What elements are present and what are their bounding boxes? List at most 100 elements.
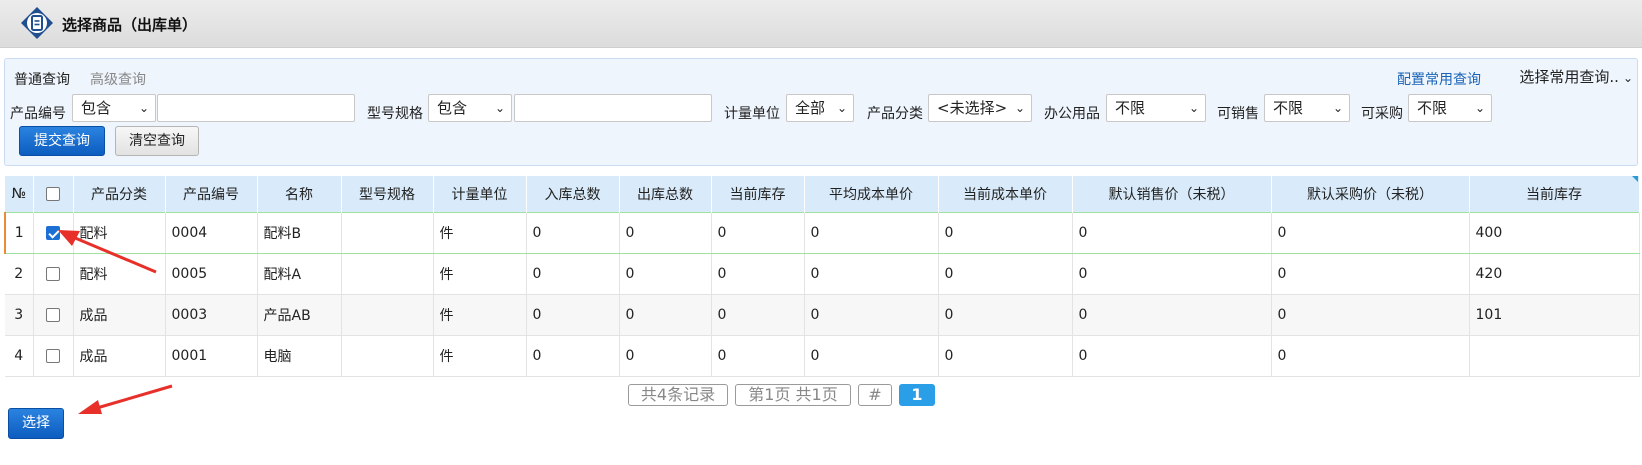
table-cell: 0 bbox=[526, 253, 620, 295]
table-cell: 0 bbox=[804, 253, 939, 295]
sellable-value: 不限 bbox=[1273, 99, 1304, 117]
code-input[interactable] bbox=[157, 94, 355, 122]
clear-query-button[interactable]: 清空查询 bbox=[115, 126, 199, 156]
spec-operator-select[interactable]: 包含 ⌄ bbox=[428, 94, 512, 122]
row-checkbox[interactable] bbox=[46, 307, 60, 322]
chevron-down-icon: ⌄ bbox=[1622, 71, 1633, 85]
table-cell: 0005 bbox=[165, 253, 258, 295]
pager-goto-button[interactable]: # bbox=[858, 384, 892, 406]
pager-page-1[interactable]: 1 bbox=[899, 384, 935, 406]
code-operator-value: 包含 bbox=[81, 99, 112, 117]
tab-advanced-query[interactable]: 高级查询 bbox=[90, 69, 146, 89]
table-row[interactable]: 2 配料 0005 配料A 件 0 0 0 0 0 0 0 420 bbox=[5, 253, 1640, 295]
spec-operator-value: 包含 bbox=[437, 99, 468, 117]
grid-header-row: № 产品分类 产品编号 名称 型号规格 计量单位 入库总数 出库总数 当前库存 平均成本单价 当前成… bbox=[5, 176, 1640, 212]
product-table: № 产品分类 产品编号 名称 型号规格 计量单位 入库总数 出库总数 当前库存 平均成本单价 当前成… bbox=[4, 176, 1640, 377]
select-button[interactable]: 选择 bbox=[8, 408, 64, 439]
table-cell: 0 bbox=[526, 335, 620, 377]
table-cell: 0 bbox=[526, 294, 620, 336]
table-cell: 0 bbox=[938, 335, 1073, 377]
chevron-down-icon: ⌄ bbox=[836, 101, 847, 115]
submit-query-button[interactable]: 提交查询 bbox=[19, 126, 105, 156]
column-header: 当前库存 bbox=[711, 176, 805, 212]
table-cell: 0 bbox=[711, 211, 805, 254]
sellable-select[interactable]: 不限 ⌄ bbox=[1264, 94, 1350, 122]
table-row[interactable]: 4 成品 0001 电脑件 0 0 0 0 0 0 0 bbox=[5, 335, 1640, 377]
table-cell: 件 bbox=[433, 253, 527, 295]
unit-value: 全部 bbox=[795, 99, 826, 117]
table-cell: 0 bbox=[1271, 211, 1470, 254]
row-checkbox[interactable] bbox=[46, 348, 60, 363]
column-header: 出库总数 bbox=[619, 176, 712, 212]
table-cell: 0 bbox=[1271, 335, 1470, 377]
select-all-header[interactable] bbox=[33, 176, 74, 212]
table-cell: 0 bbox=[1072, 253, 1272, 295]
table-cell: 0 bbox=[1271, 294, 1470, 336]
chevron-down-icon: ⌄ bbox=[494, 101, 505, 115]
table-cell: 0 bbox=[526, 211, 620, 254]
table-cell: 0 bbox=[804, 211, 939, 254]
chevron-down-icon: ⌄ bbox=[138, 101, 149, 115]
column-header: 型号规格 bbox=[341, 176, 434, 212]
row-number: 2 bbox=[5, 253, 34, 295]
purchasable-select[interactable]: 不限 ⌄ bbox=[1408, 94, 1492, 122]
category-select[interactable]: <未选择> ⌄ bbox=[928, 94, 1032, 122]
column-header: 产品分类 bbox=[73, 176, 166, 212]
table-cell: 0 bbox=[1072, 211, 1272, 254]
chevron-down-icon: ⌄ bbox=[1014, 101, 1025, 115]
document-icon bbox=[21, 7, 53, 39]
column-header: 计量单位 bbox=[433, 176, 527, 212]
table-cell: 0 bbox=[1072, 294, 1272, 336]
table-cell: 0 bbox=[619, 211, 712, 254]
category-value: <未选择> bbox=[937, 99, 1008, 117]
column-header: 产品编号 bbox=[165, 176, 258, 212]
table-cell: 0 bbox=[619, 253, 712, 295]
chevron-down-icon: ⌄ bbox=[1332, 101, 1343, 115]
table-cell: 0 bbox=[1072, 335, 1272, 377]
table-cell: 0 bbox=[711, 253, 805, 295]
table-cell: 0004 bbox=[165, 211, 258, 254]
table-cell: 产品AB bbox=[257, 294, 342, 336]
saved-query-value: 选择常用查询.. bbox=[1519, 68, 1619, 86]
table-cell bbox=[341, 211, 434, 254]
office-supplies-select[interactable]: 不限 ⌄ bbox=[1106, 94, 1206, 122]
saved-query-select[interactable]: 选择常用查询.. ⌄ bbox=[1519, 64, 1633, 90]
table-cell: 400 bbox=[1469, 211, 1640, 254]
select-all-checkbox[interactable] bbox=[46, 186, 60, 201]
configure-saved-query-link[interactable]: 配置常用查询 bbox=[1397, 69, 1481, 89]
window-header: 选择商品（出库单） bbox=[0, 0, 1642, 48]
table-cell: 电脑 bbox=[257, 335, 342, 377]
grid-corner-marker bbox=[1632, 176, 1638, 182]
column-header: 入库总数 bbox=[526, 176, 620, 212]
spec-input[interactable] bbox=[514, 94, 712, 122]
sellable-label: 可销售 bbox=[1217, 106, 1259, 122]
table-row[interactable]: 1 配料 0004 配料B 件 0 0 0 0 0 0 0 400 bbox=[4, 211, 1640, 254]
table-cell: 0 bbox=[619, 294, 712, 336]
table-cell: 0 bbox=[711, 335, 805, 377]
table-cell: 0 bbox=[938, 253, 1073, 295]
pager-page-info: 第1页 共1页 bbox=[735, 384, 851, 406]
column-header: № bbox=[5, 176, 34, 212]
row-number: 4 bbox=[5, 335, 34, 377]
table-cell: 0 bbox=[619, 335, 712, 377]
purchasable-value: 不限 bbox=[1417, 99, 1448, 117]
code-operator-select[interactable]: 包含 ⌄ bbox=[72, 94, 156, 122]
table-row[interactable]: 3 成品 0003 产品AB 件 0 0 0 0 0 0 0 101 bbox=[5, 294, 1640, 336]
category-label: 产品分类 bbox=[867, 106, 923, 122]
table-cell bbox=[341, 253, 434, 295]
spec-label: 型号规格 bbox=[367, 106, 423, 122]
table-cell: 配料A bbox=[257, 253, 342, 295]
tab-basic-query[interactable]: 普通查询 bbox=[14, 69, 70, 89]
table-cell: 配料B bbox=[257, 211, 342, 254]
table-cell: 0003 bbox=[165, 294, 258, 336]
table-cell: 成品 bbox=[73, 294, 166, 336]
table-cell bbox=[341, 335, 434, 377]
office-supplies-value: 不限 bbox=[1115, 99, 1146, 117]
column-header: 默认采购价（未税） bbox=[1271, 176, 1470, 212]
table-cell: 件 bbox=[433, 211, 527, 254]
unit-select[interactable]: 全部 ⌄ bbox=[786, 94, 854, 122]
table-cell: 件 bbox=[433, 294, 527, 336]
column-header: 当前成本单价 bbox=[938, 176, 1073, 212]
product-grid: № 产品分类 产品编号 名称 型号规格 计量单位 入库总数 出库总数 当前库存 平均成本单价 当前成… bbox=[4, 176, 1640, 377]
column-header: 平均成本单价 bbox=[804, 176, 939, 212]
